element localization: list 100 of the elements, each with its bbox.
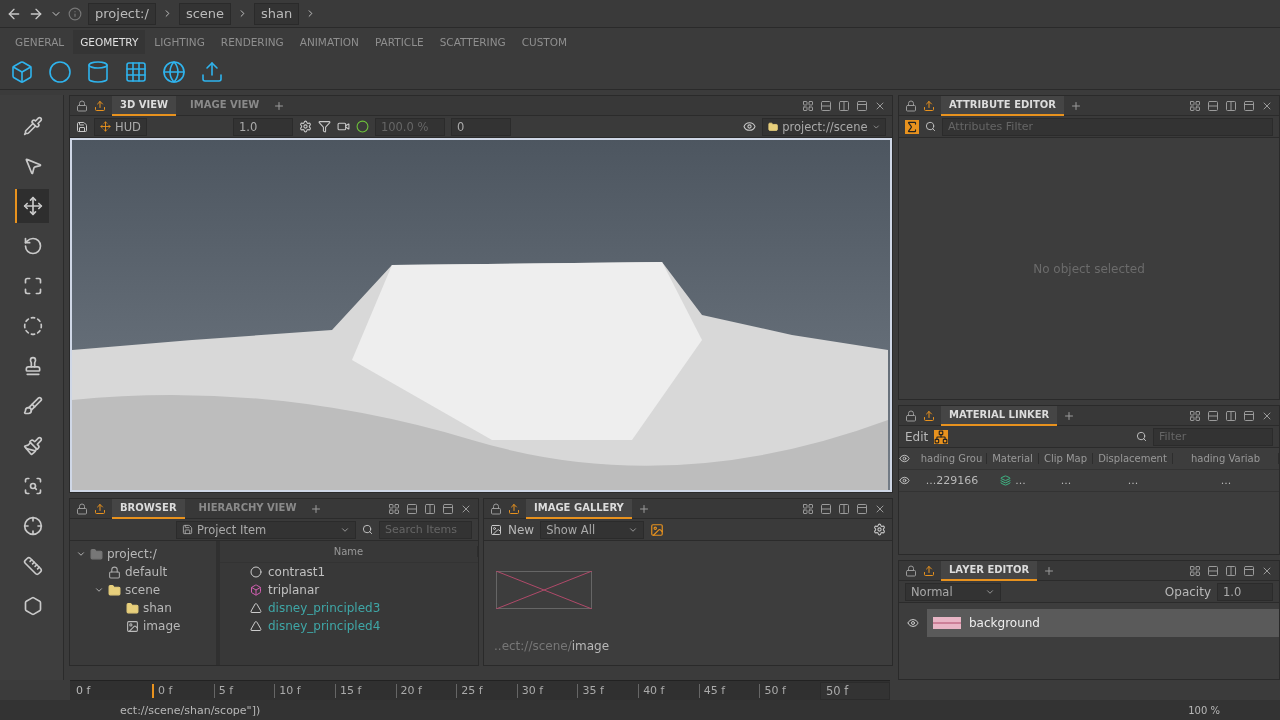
sigma-icon[interactable] <box>905 119 919 134</box>
breadcrumb[interactable]: scene <box>178 2 232 25</box>
edit-label[interactable]: Edit <box>905 429 929 444</box>
upload-icon[interactable] <box>923 99 935 112</box>
tree-item[interactable]: default <box>125 565 168 579</box>
split-columns-icon[interactable] <box>1225 99 1237 112</box>
panel-icon[interactable] <box>1243 99 1255 112</box>
add-tab-icon[interactable] <box>273 99 286 112</box>
tool-button[interactable] <box>14 189 49 223</box>
lock-icon[interactable] <box>905 564 917 577</box>
panel-icon[interactable] <box>856 99 868 112</box>
panel-icon[interactable] <box>442 502 454 515</box>
split-columns-icon[interactable] <box>1225 564 1237 577</box>
panel-tab[interactable]: 3D VIEW <box>112 95 177 116</box>
breadcrumb[interactable]: shan <box>254 2 300 25</box>
visibility-icon[interactable] <box>743 120 756 133</box>
browser-item[interactable]: triplanar <box>268 583 320 597</box>
image-icon[interactable] <box>490 523 502 536</box>
column-header[interactable]: hading Variab <box>1173 453 1279 464</box>
layout-grid-icon[interactable] <box>388 502 400 515</box>
add-tab-icon[interactable] <box>1043 564 1056 577</box>
hud-toggle[interactable]: HUD <box>94 117 147 136</box>
split-columns-icon[interactable] <box>1225 409 1237 422</box>
shelf-tab[interactable]: SCATTERING <box>432 29 513 54</box>
add-tab-icon[interactable] <box>1063 409 1076 422</box>
column-header[interactable]: Material <box>987 453 1039 464</box>
tree-item[interactable]: shan <box>143 601 172 615</box>
lock-icon[interactable] <box>76 502 88 515</box>
add-tab-icon[interactable] <box>1070 99 1082 112</box>
split-columns-icon[interactable] <box>838 502 850 515</box>
new-label[interactable]: New <box>508 522 535 537</box>
layer-row[interactable]: background <box>927 609 1279 637</box>
panel-tab[interactable]: LAYER EDITOR <box>941 560 1038 581</box>
layout-grid-icon[interactable] <box>1189 99 1201 112</box>
panel-tab[interactable]: MATERIAL LINKER <box>941 405 1058 426</box>
toggle-icon[interactable] <box>355 120 369 133</box>
tree-item[interactable]: image <box>143 619 181 633</box>
tree-item[interactable]: project:/ <box>107 547 157 561</box>
split-rows-icon[interactable] <box>1207 409 1219 422</box>
blend-mode-dropdown[interactable]: Normal <box>905 582 1001 601</box>
hierarchy-icon[interactable] <box>934 429 949 444</box>
panel-icon[interactable] <box>1243 409 1255 422</box>
filter-icon[interactable] <box>317 120 331 133</box>
visibility-icon[interactable] <box>907 617 919 629</box>
project-item-dropdown[interactable]: Project Item <box>176 520 356 539</box>
panel-tab[interactable]: IMAGE VIEW <box>182 95 268 116</box>
sphere-icon[interactable] <box>48 60 72 84</box>
split-rows-icon[interactable] <box>406 502 418 515</box>
upload-icon[interactable] <box>923 564 935 577</box>
camera-icon[interactable] <box>336 120 350 133</box>
tree-item[interactable]: scene <box>125 583 161 597</box>
add-tab-icon[interactable] <box>310 502 323 515</box>
shelf-tab[interactable]: GENERAL <box>8 29 72 54</box>
end-frame-field[interactable]: 50 f <box>820 681 891 700</box>
upload-icon[interactable] <box>94 99 106 112</box>
context-dropdown[interactable]: project://scene <box>762 117 886 136</box>
globe-icon[interactable] <box>162 60 186 84</box>
panel-icon[interactable] <box>856 502 868 515</box>
lock-icon[interactable] <box>905 409 917 422</box>
split-rows-icon[interactable] <box>820 99 832 112</box>
visibility-icon[interactable] <box>899 453 910 464</box>
upload-icon[interactable] <box>923 409 935 422</box>
panel-tab[interactable]: BROWSER <box>112 498 185 519</box>
column-header[interactable]: Displacement <box>1093 453 1173 464</box>
lock-icon[interactable] <box>76 99 88 112</box>
browser-item[interactable]: disney_principled4 <box>268 619 381 633</box>
column-header[interactable]: hading Grou <box>917 453 987 464</box>
tools-icon[interactable] <box>298 120 312 133</box>
split-columns-icon[interactable] <box>838 99 850 112</box>
breadcrumb[interactable]: project:/ <box>88 2 156 25</box>
browser-item[interactable]: contrast1 <box>268 565 326 579</box>
column-header[interactable]: Clip Map <box>1039 453 1093 464</box>
column-header[interactable]: Name <box>220 546 478 557</box>
visibility-icon[interactable] <box>899 475 910 486</box>
lock-icon[interactable] <box>490 502 502 515</box>
panel-tab[interactable]: ATTRIBUTE EDITOR <box>941 95 1064 116</box>
cylinder-icon[interactable] <box>86 60 110 84</box>
lock-icon[interactable] <box>905 99 917 112</box>
show-dropdown[interactable]: Show All <box>540 520 645 539</box>
shelf-tab[interactable]: PARTICLE <box>367 29 431 54</box>
layout-grid-icon[interactable] <box>802 99 814 112</box>
info-icon[interactable] <box>68 6 82 21</box>
zoom-field[interactable]: 1.0 <box>232 117 293 136</box>
shelf-tab[interactable]: RENDERING <box>213 29 291 54</box>
save-icon[interactable] <box>76 120 88 133</box>
layout-grid-icon[interactable] <box>802 502 814 515</box>
grid-plane-icon[interactable] <box>124 60 148 84</box>
layout-grid-icon[interactable] <box>1189 564 1201 577</box>
split-rows-icon[interactable] <box>1207 99 1219 112</box>
shelf-tab[interactable]: LIGHTING <box>147 29 212 54</box>
shelf-tab[interactable]: ANIMATION <box>292 29 366 54</box>
layout-grid-icon[interactable] <box>1189 409 1201 422</box>
opacity-field[interactable]: 1.0 <box>1217 582 1273 601</box>
shelf-tab[interactable]: CUSTOM <box>514 29 575 54</box>
frame-field[interactable]: 0 <box>450 117 511 136</box>
missing-image-thumbnail[interactable] <box>496 571 592 609</box>
panel-icon[interactable] <box>1243 564 1255 577</box>
add-tab-icon[interactable] <box>637 502 650 515</box>
panel-tab[interactable]: IMAGE GALLERY <box>526 498 632 519</box>
image-toggle-icon[interactable] <box>650 522 665 537</box>
